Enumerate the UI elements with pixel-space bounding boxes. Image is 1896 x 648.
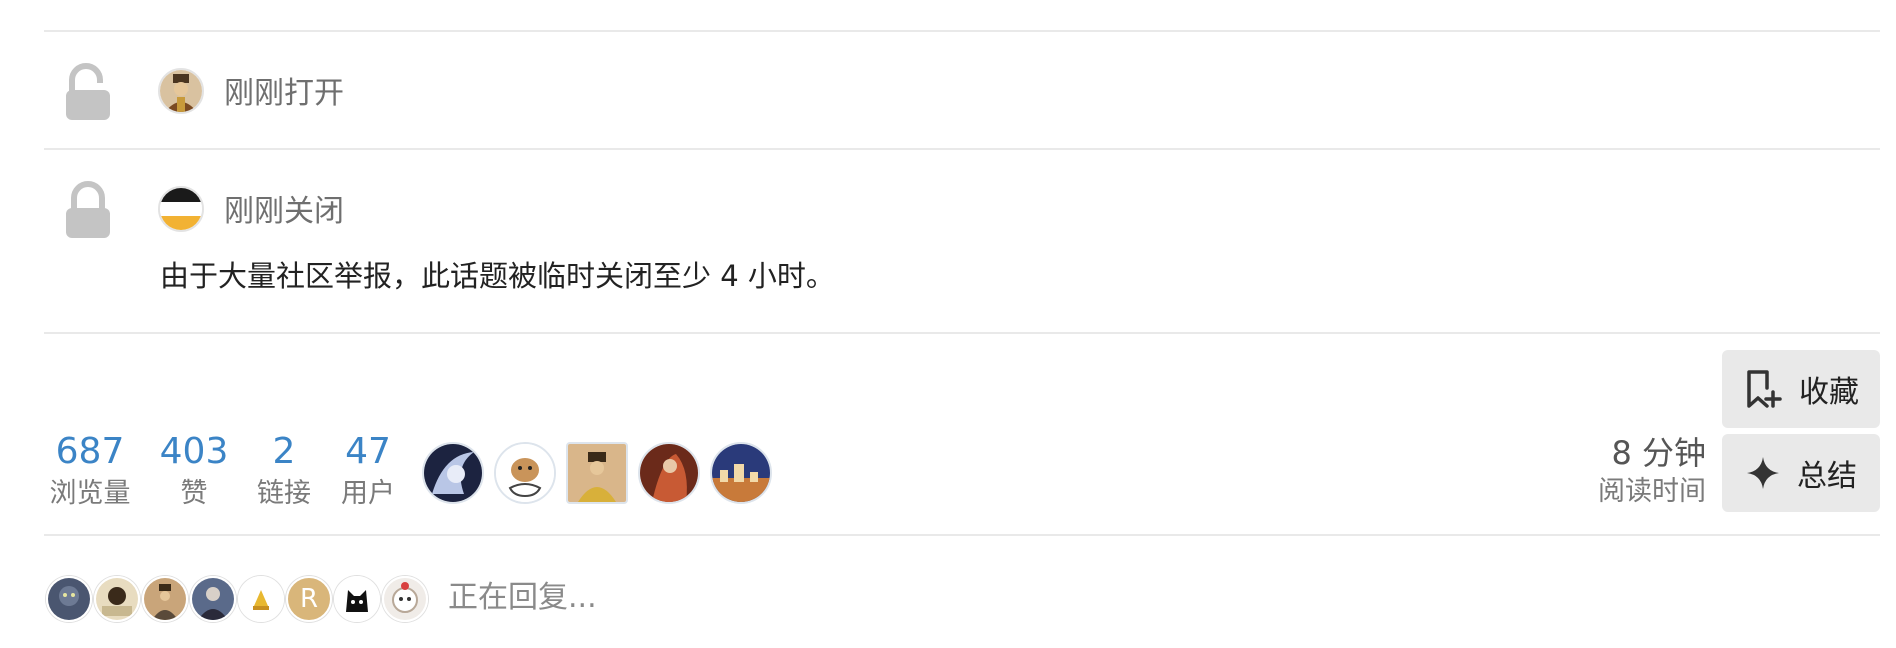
divider [44,534,1880,536]
replying-avatar[interactable] [142,576,188,622]
reading-time-label: 阅读时间 [1598,476,1706,507]
participant-avatar[interactable] [422,442,484,504]
divider [44,148,1880,150]
stat-value: 2 [272,431,296,472]
sparkle-icon [1747,457,1779,489]
participant-avatar[interactable] [566,442,628,504]
reading-time-value: 8 分钟 [1611,434,1706,472]
stat-label: 用户 [341,478,395,509]
stat-label: 浏览量 [49,478,131,509]
replying-avatar[interactable] [382,576,428,622]
divider [44,332,1880,334]
replying-avatar[interactable] [46,576,92,622]
lock-icon [64,180,112,240]
replying-avatar[interactable] [238,576,284,622]
stat-value: 403 [159,431,229,472]
participant-avatar[interactable] [494,442,556,504]
stat-label: 链接 [257,478,311,509]
event-label-opened: 刚刚打开 [224,76,344,111]
stat-likes[interactable]: 403 赞 [156,430,232,512]
bookmark-label: 收藏 [1799,375,1859,410]
replying-avatar[interactable] [94,576,140,622]
event-label-closed: 刚刚关闭 [224,194,344,229]
divider [44,30,1880,32]
bookmark-add-icon [1747,370,1782,408]
replying-avatar-letter[interactable]: R [286,576,332,622]
stat-links[interactable]: 2 链接 [254,430,314,512]
stat-value: 47 [345,431,391,472]
replying-avatar[interactable] [334,576,380,622]
stat-views: 687 浏览量 [46,430,134,512]
stat-value: 687 [55,431,125,472]
unlock-icon [64,62,112,122]
participant-avatar[interactable] [638,442,700,504]
stat-label: 赞 [180,478,208,509]
replying-avatar[interactable] [190,576,236,622]
summarize-button[interactable]: 总结 [1722,434,1880,512]
reading-time: 8 分钟 阅读时间 [1598,432,1706,510]
bookmark-button[interactable]: 收藏 [1722,350,1880,428]
participant-avatar[interactable] [710,442,772,504]
summarize-label: 总结 [1797,459,1857,494]
avatar-letter: R [299,584,319,614]
close-notice: 由于大量社区举报，此话题被临时关闭至少 4 小时。 [160,259,835,293]
replying-indicator: 正在回复... [448,580,597,615]
avatar[interactable] [158,68,204,114]
stat-users[interactable]: 47 用户 [336,430,400,512]
avatar[interactable] [158,186,204,232]
